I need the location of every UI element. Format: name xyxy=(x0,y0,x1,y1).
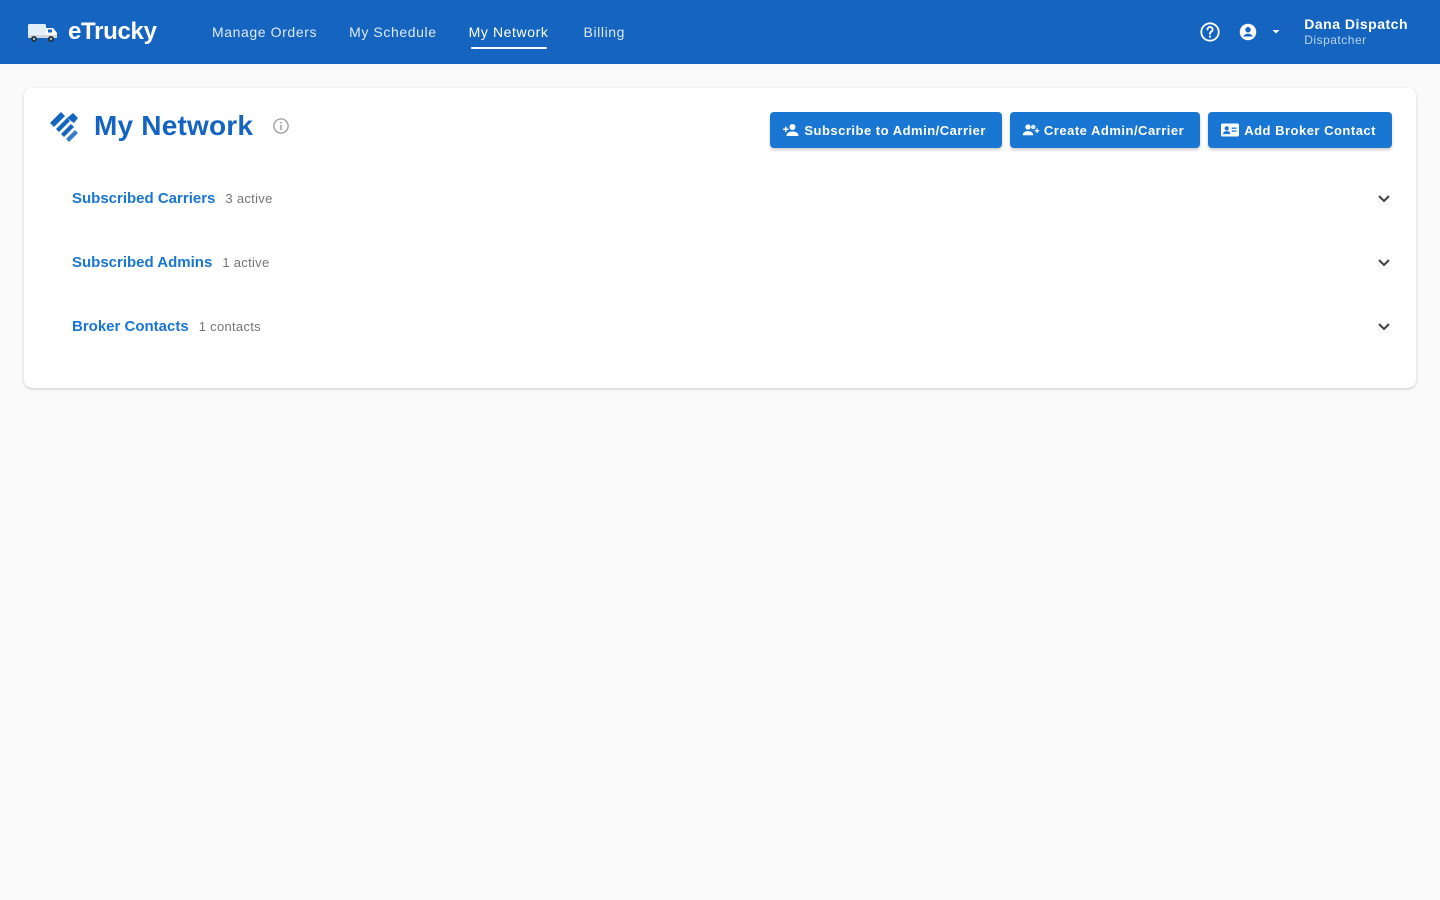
help-icon xyxy=(1200,22,1220,42)
page-title: My Network xyxy=(94,110,254,141)
main-nav: Manage Orders My Schedule My Network Bil… xyxy=(212,0,625,64)
add-broker-button-label: Add Broker Contact xyxy=(1244,122,1376,138)
section-count: 1 active xyxy=(222,254,270,270)
truck-icon xyxy=(28,24,57,42)
user-info: Dana Dispatch Dispatcher xyxy=(1304,16,1408,48)
section-count: 1 contacts xyxy=(198,318,261,334)
network-card: My Network Subscribe to Admin/Carrier Cr… xyxy=(24,88,1416,388)
page-header: My Network xyxy=(48,110,290,142)
group-add-icon xyxy=(1022,124,1040,136)
section-subscribed-carriers[interactable]: Subscribed Carriers 3 active xyxy=(48,166,1392,230)
account-menu-button[interactable] xyxy=(1239,23,1281,41)
nav-manage-orders[interactable]: Manage Orders xyxy=(212,0,317,64)
top-app-bar: eTrucky Manage Orders My Schedule My Net… xyxy=(0,0,1440,64)
nav-my-schedule[interactable]: My Schedule xyxy=(349,0,437,64)
section-title: Broker Contacts xyxy=(72,317,189,335)
info-button[interactable] xyxy=(272,117,290,135)
create-admin-carrier-button[interactable]: Create Admin/Carrier xyxy=(1009,112,1201,148)
person-add-icon xyxy=(783,124,799,136)
chevron-down-icon xyxy=(1378,195,1390,203)
chevron-down-icon xyxy=(1378,259,1390,267)
contact-card-icon xyxy=(1221,123,1240,137)
nav-my-network[interactable]: My Network xyxy=(469,0,549,64)
section-subscribed-admins[interactable]: Subscribed Admins 1 active xyxy=(48,230,1392,294)
create-button-label: Create Admin/Carrier xyxy=(1043,122,1185,138)
section-title: Subscribed Admins xyxy=(72,253,213,271)
section-count: 3 active xyxy=(225,190,273,206)
user-role: Dispatcher xyxy=(1304,33,1367,47)
dropdown-arrow-icon xyxy=(1272,30,1280,34)
account-circle-icon xyxy=(1240,23,1257,41)
handshake-icon xyxy=(50,112,78,142)
subscribe-admin-carrier-button[interactable]: Subscribe to Admin/Carrier xyxy=(770,112,1002,148)
chevron-down-icon xyxy=(1378,323,1390,331)
nav-billing[interactable]: Billing xyxy=(584,0,626,64)
section-title: Subscribed Carriers xyxy=(72,189,216,207)
info-icon xyxy=(273,118,289,134)
help-button[interactable] xyxy=(1198,20,1222,44)
brand-logo[interactable]: eTrucky xyxy=(27,18,212,46)
section-broker-contacts[interactable]: Broker Contacts 1 contacts xyxy=(48,294,1392,358)
add-broker-contact-button[interactable]: Add Broker Contact xyxy=(1208,112,1392,148)
page-actions: Subscribe to Admin/Carrier Create Admin/… xyxy=(762,112,1392,148)
subscribe-button-label: Subscribe to Admin/Carrier xyxy=(804,122,986,138)
brand-name: eTrucky xyxy=(68,18,157,45)
user-name: Dana Dispatch xyxy=(1304,16,1408,32)
